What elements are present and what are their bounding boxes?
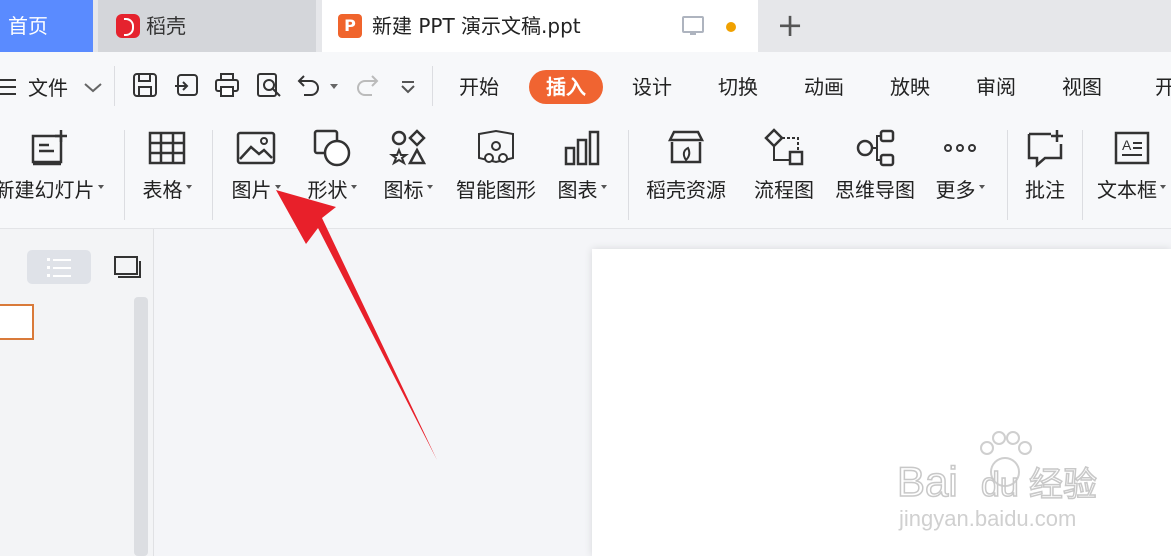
annotation-arrow-icon — [276, 190, 437, 460]
